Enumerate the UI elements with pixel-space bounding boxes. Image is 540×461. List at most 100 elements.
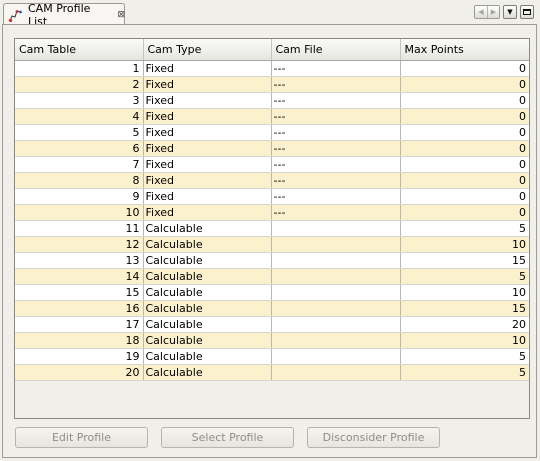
cell-cam-file (271, 364, 401, 381)
cell-cam-file (271, 284, 401, 301)
cell-cam-table: 8 (15, 172, 144, 189)
cell-cam-file: --- (271, 92, 401, 109)
column-header-cam-table[interactable]: Cam Table (15, 39, 144, 61)
column-header-cam-type[interactable]: Cam Type (143, 39, 272, 61)
cell-cam-table: 9 (15, 188, 144, 205)
cell-cam-type: Calculable (143, 220, 272, 237)
maximize-button[interactable] (520, 5, 534, 19)
table-row[interactable]: 2 Fixed --- 0 (15, 76, 529, 93)
cell-cam-file: --- (271, 140, 401, 157)
table-row[interactable]: 5 Fixed --- 0 (15, 124, 529, 141)
cell-cam-table: 18 (15, 332, 144, 349)
history-navigation: ◀ ▶ (474, 5, 500, 19)
cell-cam-table: 16 (15, 300, 144, 317)
cell-max-points: 5 (400, 348, 529, 365)
cell-cam-table: 14 (15, 268, 144, 285)
cell-cam-table: 10 (15, 204, 144, 221)
cell-cam-type: Fixed (143, 108, 272, 125)
cell-cam-file (271, 332, 401, 349)
cell-max-points: 15 (400, 300, 529, 317)
cell-max-points: 0 (400, 76, 529, 93)
tab-cam-profile-list[interactable]: CAM Profile List ⊠ (3, 2, 125, 28)
table-row[interactable]: 4 Fixed --- 0 (15, 108, 529, 125)
cell-cam-file (271, 252, 401, 269)
cell-cam-type: Calculable (143, 284, 272, 301)
cell-cam-type: Calculable (143, 268, 272, 285)
cam-profile-table-frame[interactable]: Cam Table Cam Type Cam File Max Points 1… (14, 38, 530, 419)
table-row[interactable]: 7 Fixed --- 0 (15, 156, 529, 173)
disconsider-profile-button[interactable]: Disconsider Profile (307, 427, 440, 448)
cell-cam-file (271, 236, 401, 253)
table-row[interactable]: 13 Calculable 15 (15, 252, 529, 269)
cell-max-points: 0 (400, 204, 529, 221)
cell-cam-file: --- (271, 172, 401, 189)
table-header-row: Cam Table Cam Type Cam File Max Points (15, 39, 529, 61)
cell-max-points: 0 (400, 124, 529, 141)
cell-cam-table: 7 (15, 156, 144, 173)
back-arrow-icon[interactable]: ◀ (475, 6, 487, 18)
table-row[interactable]: 12 Calculable 10 (15, 236, 529, 253)
cell-cam-file (271, 220, 401, 237)
cell-cam-type: Calculable (143, 348, 272, 365)
table-row[interactable]: 19 Calculable 5 (15, 348, 529, 365)
cell-cam-type: Calculable (143, 300, 272, 317)
view-menu-button[interactable]: ▼ (503, 5, 517, 19)
cam-profile-table: Cam Table Cam Type Cam File Max Points 1… (15, 39, 529, 381)
table-row[interactable]: 10 Fixed --- 0 (15, 204, 529, 221)
cell-cam-type: Calculable (143, 252, 272, 269)
cell-max-points: 5 (400, 220, 529, 237)
cell-max-points: 5 (400, 364, 529, 381)
cell-cam-table: 4 (15, 108, 144, 125)
cell-cam-file (271, 316, 401, 333)
table-row[interactable]: 20 Calculable 5 (15, 364, 529, 381)
forward-arrow-icon[interactable]: ▶ (487, 6, 499, 18)
cell-max-points: 0 (400, 60, 529, 77)
table-row[interactable]: 17 Calculable 20 (15, 316, 529, 333)
cell-cam-table: 13 (15, 252, 144, 269)
cell-max-points: 0 (400, 188, 529, 205)
cell-cam-table: 17 (15, 316, 144, 333)
cell-cam-table: 1 (15, 60, 144, 77)
cell-cam-table: 2 (15, 76, 144, 93)
cell-cam-file: --- (271, 124, 401, 141)
cell-cam-table: 3 (15, 92, 144, 109)
chevron-down-icon: ▼ (507, 8, 513, 16)
table-row[interactable]: 3 Fixed --- 0 (15, 92, 529, 109)
cell-cam-file: --- (271, 156, 401, 173)
cell-cam-table: 11 (15, 220, 144, 237)
cell-max-points: 10 (400, 236, 529, 253)
cell-cam-type: Fixed (143, 172, 272, 189)
table-body: 1 Fixed --- 0 2 Fixed --- 0 3 Fixed --- 0 4 Fixed --- 0… (15, 60, 529, 381)
action-buttons: Edit Profile Select Profile Disconsider … (15, 427, 440, 448)
cell-max-points: 0 (400, 92, 529, 109)
table-row[interactable]: 11 Calculable 5 (15, 220, 529, 237)
table-row[interactable]: 8 Fixed --- 0 (15, 172, 529, 189)
cell-cam-file: --- (271, 76, 401, 93)
table-row[interactable]: 9 Fixed --- 0 (15, 188, 529, 205)
table-row[interactable]: 15 Calculable 10 (15, 284, 529, 301)
close-icon[interactable]: ⊠ (117, 10, 124, 20)
cell-cam-file: --- (271, 188, 401, 205)
cell-cam-table: 19 (15, 348, 144, 365)
cam-profile-icon (8, 7, 24, 23)
cam-profile-panel: Cam Table Cam Type Cam File Max Points 1… (2, 24, 537, 458)
column-header-max-points[interactable]: Max Points (400, 39, 529, 61)
cell-cam-type: Fixed (143, 188, 272, 205)
column-header-cam-file[interactable]: Cam File (271, 39, 401, 61)
cell-cam-type: Fixed (143, 60, 272, 77)
cell-max-points: 10 (400, 332, 529, 349)
view-controls: ◀ ▶ ▼ (474, 5, 534, 19)
table-row[interactable]: 6 Fixed --- 0 (15, 140, 529, 157)
cell-cam-table: 12 (15, 236, 144, 253)
table-row[interactable]: 18 Calculable 10 (15, 332, 529, 349)
edit-profile-button[interactable]: Edit Profile (15, 427, 148, 448)
select-profile-button[interactable]: Select Profile (161, 427, 294, 448)
cell-max-points: 20 (400, 316, 529, 333)
cell-cam-type: Fixed (143, 124, 272, 141)
table-row[interactable]: 16 Calculable 15 (15, 300, 529, 317)
cell-cam-table: 6 (15, 140, 144, 157)
cell-max-points: 0 (400, 156, 529, 173)
table-row[interactable]: 14 Calculable 5 (15, 268, 529, 285)
cell-cam-type: Calculable (143, 332, 272, 349)
table-row[interactable]: 1 Fixed --- 0 (15, 60, 529, 77)
